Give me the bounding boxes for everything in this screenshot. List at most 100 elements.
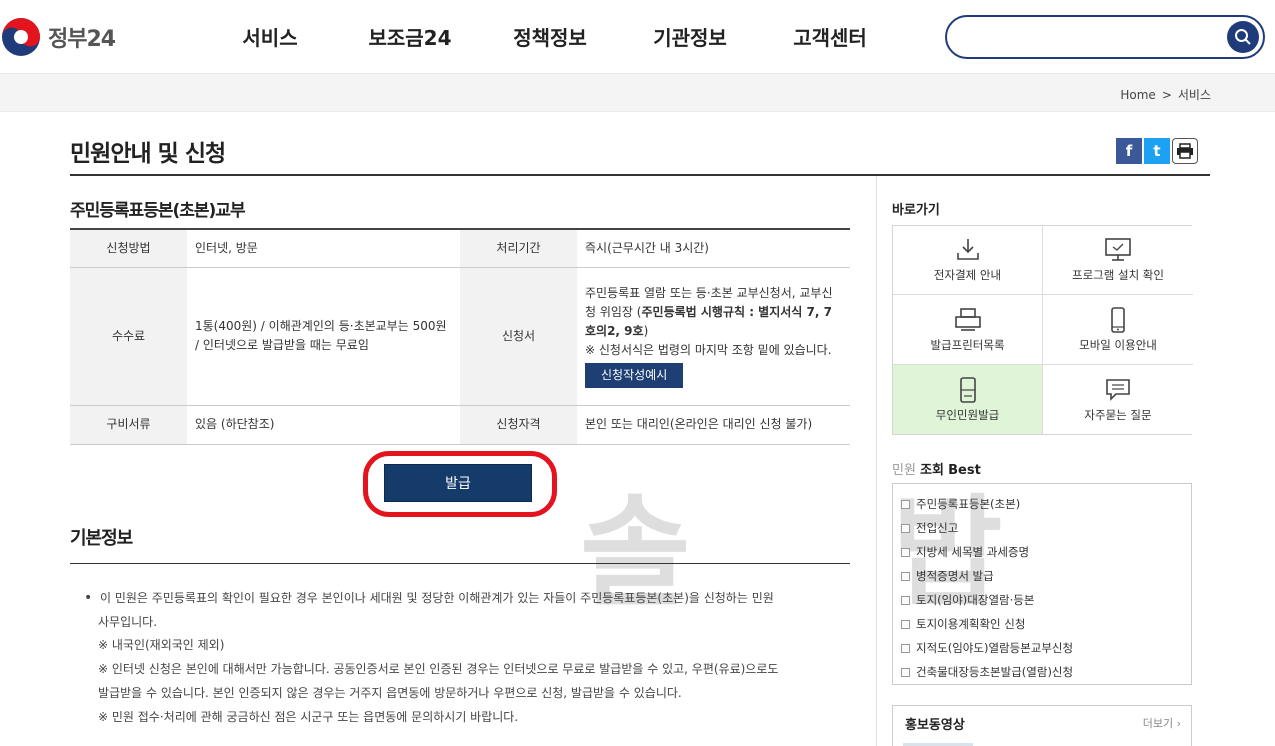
best-item-label: 병적증명서 발급 <box>916 569 994 583</box>
best-list-item[interactable]: 토지(임야)대장열람·등본 <box>901 588 1191 612</box>
download-icon <box>956 239 979 260</box>
facebook-icon: f <box>1125 142 1133 160</box>
docs-label: 구비서류 <box>70 405 187 445</box>
print-button[interactable] <box>1172 138 1198 164</box>
list-bullet-icon <box>901 547 910 557</box>
best-list-item[interactable]: 지방세 세목별 과세증명 <box>901 540 1191 564</box>
quick-link-label: 무인민원발급 <box>935 407 1000 422</box>
list-bullet-icon <box>901 619 910 629</box>
promo-more-link[interactable]: 더보기 › <box>1143 715 1181 731</box>
breadcrumb-home[interactable]: Home <box>1120 88 1155 102</box>
quick-link-mobile-guide[interactable]: 모바일 이용안내 <box>1043 295 1193 365</box>
basic-info-divider <box>70 563 850 564</box>
search-box <box>945 15 1265 59</box>
best-list-item[interactable]: 전입신고 <box>901 516 1191 540</box>
nav-policy-info[interactable]: 정책정보 <box>480 22 620 51</box>
list-bullet-icon <box>901 643 910 653</box>
quick-link-label: 자주묻는 질문 <box>1084 407 1152 422</box>
best-services-title: 민원 조회 Best <box>892 459 981 478</box>
quick-link-label: 전자결제 안내 <box>933 268 1002 282</box>
quick-link-program-check[interactable]: 프로그램 설치 확인 <box>1043 226 1193 295</box>
promo-video-box: 홍보동영상 더보기 › <box>892 705 1192 746</box>
best-item-label: 지적도(임야도)열람등본교부신청 <box>916 641 1074 655</box>
quick-link-epayment[interactable]: 전자결제 안내 <box>893 226 1043 295</box>
list-bullet-icon <box>901 667 910 677</box>
nav-subsidy24[interactable]: 보조금24 <box>340 22 480 51</box>
quick-links-title: 바로가기 <box>892 203 940 218</box>
chat-icon <box>1106 378 1130 401</box>
best-title-main: 조회 <box>920 463 944 478</box>
best-list-item[interactable]: 토지이용계획확인 신청 <box>901 612 1191 636</box>
best-list-item[interactable]: 건축물대장등초본발급(열람)신청 <box>901 660 1191 684</box>
nav-services[interactable]: 서비스 <box>200 22 340 51</box>
form-example-button[interactable]: 신청작성예시 <box>585 363 684 388</box>
docs-value: 있음 (하단참조) <box>187 405 460 445</box>
search-button[interactable] <box>1227 21 1259 53</box>
form-value: 주민등록표 열람 또는 등·초본 교부신청서, 교부신청 위임장 (주민등록법 … <box>577 267 850 406</box>
table-row: 신청방법 인터넷, 방문 처리기간 즉시(근무시간 내 3시간) <box>70 229 850 268</box>
best-item-label: 전입신고 <box>916 521 959 535</box>
basic-info-text: • 이 민원은 주민등록표의 확인이 필요한 경우 본인이나 세대원 및 정당한 … <box>84 587 834 729</box>
search-icon <box>1235 29 1251 45</box>
breadcrumb-separator: > <box>1161 87 1172 102</box>
monitor-icon <box>1105 238 1131 261</box>
nav-agency-info[interactable]: 기관정보 <box>620 22 760 51</box>
best-item-label: 주민등록표등본(초본) <box>916 497 1021 511</box>
service-title: 주민등록표등본(초본)교부 <box>70 201 246 221</box>
quick-link-label: 모바일 이용안내 <box>1079 337 1157 352</box>
nav-customer-center[interactable]: 고객센터 <box>760 22 900 51</box>
quick-link-label: 발급프린터목록 <box>930 337 1005 352</box>
issue-button[interactable]: 발급 <box>384 464 532 502</box>
breadcrumb-current[interactable]: 서비스 <box>1178 86 1211 103</box>
quick-link-label: 프로그램 설치 확인 <box>1072 268 1164 282</box>
form-label: 신청서 <box>460 267 577 406</box>
qualification-label: 신청자격 <box>460 405 577 445</box>
basic-info-line: ※ 내국인(재외국인 제외) <box>98 638 225 653</box>
quick-link-printer-list[interactable]: 발급프린터목록 <box>893 295 1043 365</box>
sidebar-divider <box>876 176 877 746</box>
quick-links-grid: 전자결제 안내 프로그램 설치 확인 발급프린터목록 모바일 이용안내 무인민원… <box>892 225 1193 435</box>
twitter-share-button[interactable]: t <box>1144 138 1170 164</box>
list-bullet-icon <box>901 571 910 581</box>
facebook-share-button[interactable]: f <box>1116 138 1142 164</box>
bullet-icon: • <box>84 590 93 606</box>
site-logo[interactable]: 정부24 <box>0 16 116 58</box>
form-value-close: ) <box>643 324 649 338</box>
best-list-item[interactable]: 병적증명서 발급 <box>901 564 1191 588</box>
form-note: ※ 신청서식은 법령의 마지막 조항 밑에 있습니다. <box>585 343 832 357</box>
period-label: 처리기간 <box>460 229 577 268</box>
best-title-prefix: 민원 <box>892 463 916 478</box>
best-title-suffix: Best <box>948 463 981 478</box>
mobile-icon <box>1111 306 1125 333</box>
best-item-label: 토지이용계획확인 신청 <box>916 617 1026 631</box>
list-bullet-icon <box>901 499 910 509</box>
best-services-list: 주민등록표등본(초본) 전입신고 지방세 세목별 과세증명 병적증명서 발급 토… <box>892 483 1192 685</box>
page-title: 민원안내 및 신청 <box>70 141 226 167</box>
best-item-label: 토지(임야)대장열람·등본 <box>916 593 1035 607</box>
basic-info-title: 기본정보 <box>70 528 133 549</box>
best-list-item[interactable]: 지적도(임야도)열람등본교부신청 <box>901 636 1191 660</box>
search-input[interactable] <box>963 27 1213 49</box>
qualification-value: 본인 또는 대리인(온라인은 대리인 신청 불가) <box>577 405 850 445</box>
printer-icon <box>1177 143 1193 159</box>
best-item-label: 건축물대장등초본발급(열람)신청 <box>916 665 1074 679</box>
fee-label: 수수료 <box>70 267 187 406</box>
twitter-icon: t <box>1153 142 1161 160</box>
logo-text: 정부24 <box>48 27 116 52</box>
basic-info-line: 이 민원은 주민등록표의 확인이 필요한 경우 본인이나 세대원 및 정당한 이… <box>100 591 774 605</box>
quick-link-faq[interactable]: 자주묻는 질문 <box>1043 365 1193 434</box>
breadcrumb: Home > 서비스 <box>1120 86 1211 103</box>
list-bullet-icon <box>901 595 910 605</box>
breadcrumb-bar: Home > 서비스 <box>0 74 1275 112</box>
quick-link-unmanned-kiosk[interactable]: 무인민원발급 <box>893 365 1043 434</box>
method-label: 신청방법 <box>70 229 187 268</box>
list-bullet-icon <box>901 523 910 533</box>
fee-value: 1통(400원) / 이해관계인의 등·초본교부는 500원 / 인터넷으로 발… <box>187 267 460 406</box>
share-buttons: f t <box>1116 138 1198 164</box>
basic-info-line: 사무입니다. <box>98 614 158 629</box>
service-info-table: 신청방법 인터넷, 방문 처리기간 즉시(근무시간 내 3시간) 수수료 1통(… <box>70 228 850 445</box>
best-item-label: 지방세 세목별 과세증명 <box>916 545 1030 559</box>
kiosk-icon <box>959 376 976 403</box>
promo-video-title: 홍보동영상 <box>905 718 965 733</box>
best-list-item[interactable]: 주민등록표등본(초본) <box>901 492 1191 516</box>
